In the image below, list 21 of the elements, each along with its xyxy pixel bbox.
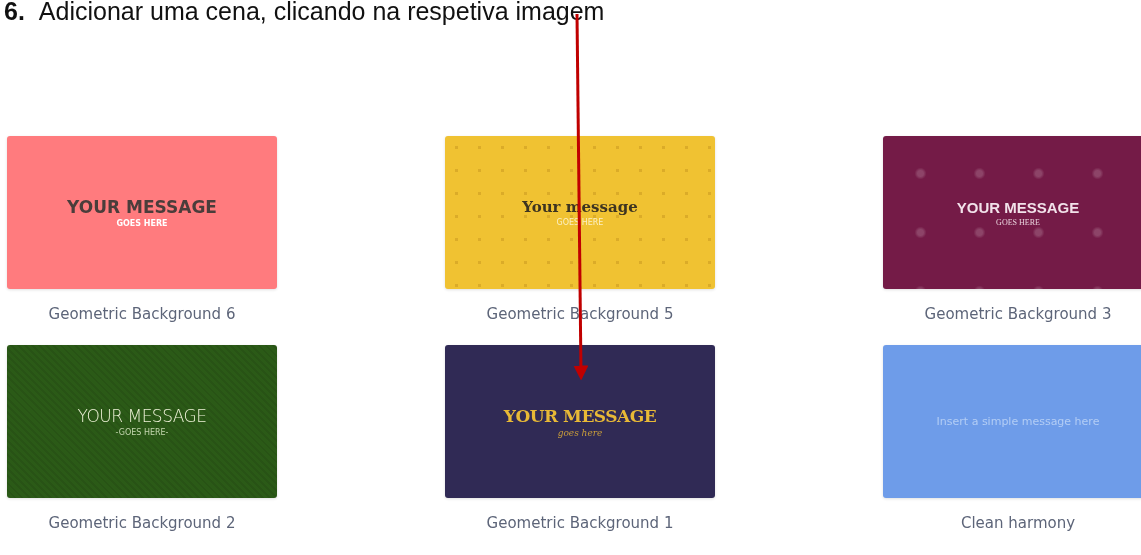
message-text: YOUR MESSAGE [956, 198, 1080, 216]
template-name[interactable]: Clean harmony [960, 514, 1076, 532]
step-number: 6. [4, 0, 25, 26]
template-name[interactable]: Geometric Background 6 [48, 305, 236, 323]
subtitle-text: -GOES HERE- [115, 428, 169, 437]
subtitle-text: goes here [557, 427, 603, 438]
subtitle-text: GOES HERE [556, 218, 604, 227]
message-text: YOUR MESSAGE [77, 406, 207, 426]
message-text: YOUR MESSAGE [67, 197, 217, 217]
template-name[interactable]: Geometric Background 1 [486, 514, 674, 532]
template-name[interactable]: Geometric Background 2 [48, 514, 236, 532]
template-name[interactable]: Geometric Background 3 [924, 305, 1112, 323]
subtitle-text: GOES HERE [116, 219, 168, 228]
instruction-text: Adicionar uma cena, clicando na respetiva imagem [38, 0, 605, 26]
message-text: Insert a simple message here [936, 415, 1100, 428]
template-thumbnail[interactable]: YOUR MESSAGE -GOES HERE- [7, 345, 277, 498]
template-thumbnail[interactable]: YOUR MESSAGE goes here [445, 345, 715, 498]
message-text: YOUR MESSAGE [503, 405, 657, 426]
template-thumbnail[interactable]: YOUR MESSAGE GOES HERE [7, 136, 277, 289]
template-thumbnail[interactable]: YOUR MESSAGE GOES HERE [883, 136, 1141, 289]
subtitle-text: GOES HERE [996, 217, 1040, 227]
